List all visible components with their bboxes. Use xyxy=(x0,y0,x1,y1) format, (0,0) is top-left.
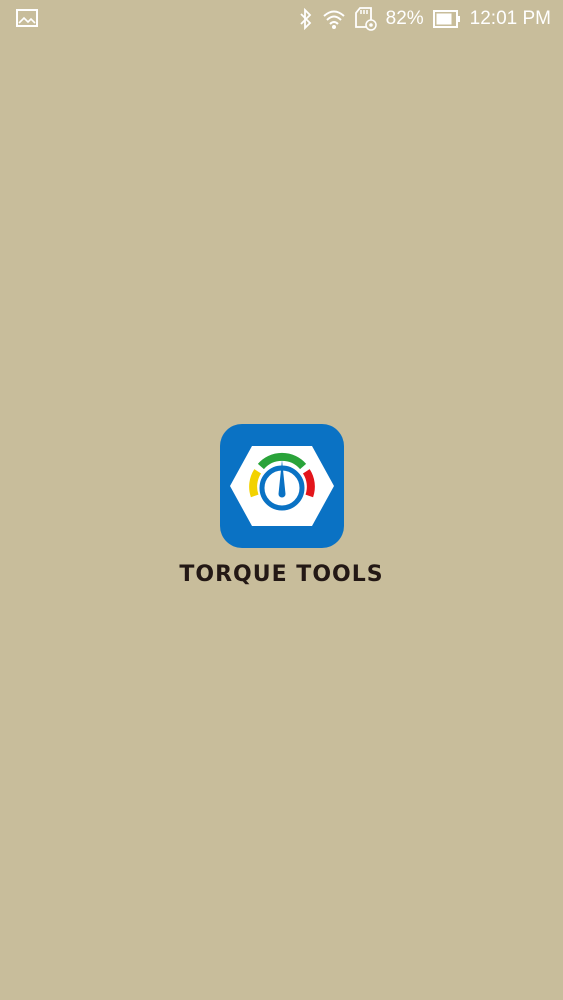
torque-gauge-icon xyxy=(219,424,344,548)
status-time: 12:01 PM xyxy=(469,8,551,29)
status-bar: 82% 12:01 PM xyxy=(0,0,563,38)
battery-percent: 82% xyxy=(385,8,424,29)
status-left xyxy=(16,9,38,27)
app-name: TORQUE TOOLS xyxy=(179,562,384,587)
battery-icon xyxy=(432,10,461,28)
wifi-icon xyxy=(322,8,346,30)
splash-screen: TORQUE TOOLS xyxy=(0,424,563,587)
image-notification-icon xyxy=(16,9,38,27)
sd-card-icon xyxy=(354,7,377,31)
status-right: 82% 12:01 PM xyxy=(299,0,551,38)
bluetooth-icon xyxy=(299,8,313,30)
